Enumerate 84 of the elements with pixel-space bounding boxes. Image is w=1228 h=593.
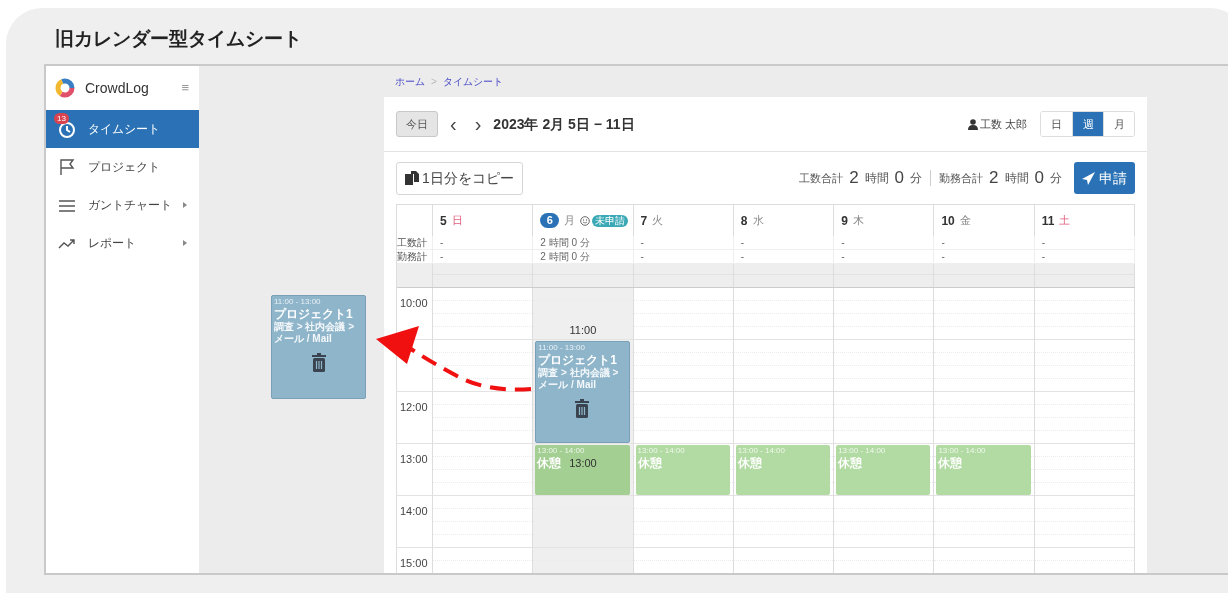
day-total: - <box>633 236 734 250</box>
view-tab[interactable]: 月 <box>1103 112 1134 136</box>
event-time: 13:00 - 14:00 <box>737 446 785 456</box>
day-total: - <box>1034 236 1135 250</box>
user-name: 工数 太郎 <box>979 116 1027 132</box>
event-time: 13:00 - 14:00 <box>537 446 585 456</box>
day-total: - <box>934 236 1035 250</box>
brand-name: CrowdLog <box>85 78 150 98</box>
total-minutes: 0 <box>894 167 905 190</box>
day-total: 2 時間 0 分 <box>533 236 634 250</box>
trash-icon[interactable] <box>574 399 591 418</box>
total-hours: 2 <box>989 167 999 190</box>
time-label: 14:00 <box>400 505 428 517</box>
weekday: 土 <box>1059 213 1071 229</box>
time-label: 15:00 <box>400 557 428 569</box>
nav-item[interactable]: レポート <box>46 224 199 262</box>
notification-badge: 13 <box>54 113 69 124</box>
nav-item[interactable]: プロジェクト <box>46 148 199 186</box>
day-total: - <box>433 236 534 250</box>
date-range: 2023年 2月 5日 − 11日 <box>493 114 635 134</box>
total-label: 勤務合計 <box>939 170 984 186</box>
weekday: 火 <box>652 213 664 229</box>
day-total: - <box>733 236 835 250</box>
day-number: 11 <box>1041 212 1055 230</box>
day-total: - <box>834 236 935 250</box>
weekday: 月 <box>564 213 576 229</box>
status-badge: 未申請 <box>592 214 629 227</box>
breadcrumb-separator: > <box>431 74 437 89</box>
time-label: 12:00 <box>400 401 428 413</box>
total-minutes: 0 <box>1034 167 1044 190</box>
nav-item[interactable]: ガントチャート <box>46 186 199 224</box>
event-time: 13:00 - 14:00 <box>938 446 986 456</box>
day-number: 5 <box>440 212 447 230</box>
user-icon <box>967 118 978 130</box>
day-number: 8 <box>740 212 748 230</box>
nav-item[interactable]: タイムシート 13 <box>46 110 199 148</box>
event-time: 11:00 - 13:00 <box>274 297 322 307</box>
minutes-unit: 分 <box>910 170 923 187</box>
event-time: 13:00 - 14:00 <box>838 446 886 456</box>
copy-icon <box>405 171 419 185</box>
event-path: 調査 > 社内会議 > メール / Mail <box>538 367 620 391</box>
weekday: 水 <box>752 213 764 229</box>
event-title: 休憩 <box>938 456 963 470</box>
send-icon <box>1082 171 1095 185</box>
flag-icon <box>58 158 76 176</box>
day-number: 6 <box>540 213 560 228</box>
copy-day-button[interactable]: 1日分をコピー <box>396 161 523 195</box>
smiley-icon <box>580 215 591 226</box>
time-label: 13:00 <box>400 453 428 465</box>
logo-icon <box>55 78 75 98</box>
hours-unit: 時間 <box>1004 170 1029 187</box>
event-title: プロジェクト1 <box>538 353 617 367</box>
day-number: 7 <box>640 212 648 230</box>
day-number: 10 <box>941 212 955 230</box>
clock-icon <box>58 120 76 138</box>
event-title: 休憩 <box>637 456 662 470</box>
breadcrumb-link[interactable]: タイムシート <box>442 73 503 89</box>
time-label: 10:00 <box>400 297 428 309</box>
event-title: 休憩 <box>537 456 562 470</box>
submit-button[interactable]: 申請 <box>1074 162 1135 194</box>
breadcrumb-link[interactable]: ホーム <box>395 73 425 89</box>
previous-button[interactable]: ‹ <box>450 114 457 134</box>
event-path: 調査 > 社内会議 > メール / Mail <box>274 321 355 345</box>
weekday: 木 <box>852 213 864 229</box>
hours-unit: 時間 <box>864 170 889 187</box>
drag-start-time: 11:00 <box>569 323 597 338</box>
trash-icon[interactable] <box>310 353 327 372</box>
event-time: 13:00 - 14:00 <box>637 446 685 456</box>
event-title: プロジェクト1 <box>274 307 354 321</box>
total-label: 工数合計 <box>799 170 844 186</box>
minutes-unit: 分 <box>1050 170 1062 187</box>
heading: 旧カレンダー型タイムシート <box>55 27 303 51</box>
day-number: 9 <box>841 212 848 230</box>
view-tab[interactable]: 週 <box>1072 112 1103 136</box>
event-title: 休憩 <box>838 456 863 470</box>
event-time: 11:00 - 13:00 <box>538 343 585 353</box>
weekday: 日 <box>451 213 463 229</box>
next-button[interactable]: › <box>474 114 482 134</box>
row-label: 工数計 <box>397 236 433 250</box>
event-title: 休憩 <box>737 456 762 470</box>
total-hours: 2 <box>849 167 859 190</box>
drag-end-time: 13:00 <box>569 456 597 471</box>
today-button[interactable]: 今日 <box>396 111 438 137</box>
weekday: 金 <box>959 213 971 229</box>
